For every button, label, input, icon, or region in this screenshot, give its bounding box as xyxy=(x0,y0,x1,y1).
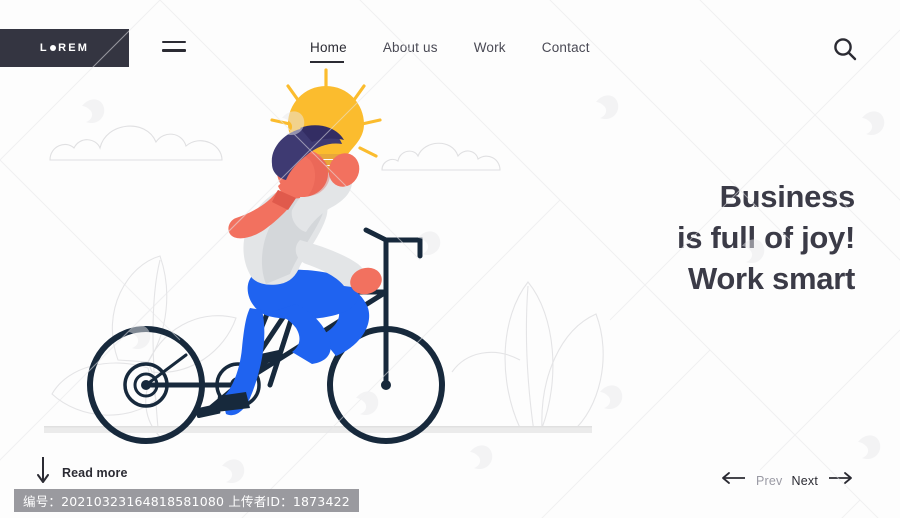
pagination: Prev Next xyxy=(719,471,855,490)
search-icon[interactable] xyxy=(832,36,858,62)
hero-illustration xyxy=(0,60,700,460)
logo-suffix: REM xyxy=(58,41,90,54)
headline-line-3: Work smart xyxy=(688,261,855,296)
main-nav: Home About us Work Contact xyxy=(310,40,590,64)
nav-item-about-us[interactable]: About us xyxy=(383,40,438,64)
arrow-down-icon xyxy=(36,455,50,490)
rider-character xyxy=(216,125,382,416)
nav-item-work[interactable]: Work xyxy=(474,40,506,64)
headline-line-2: is full of joy! xyxy=(676,220,855,255)
page-root: L REM Home About us Work Contact Business… xyxy=(0,0,900,518)
prev-button[interactable]: Prev xyxy=(756,474,783,488)
logo-text: L REM xyxy=(39,41,90,54)
arrow-left-icon[interactable] xyxy=(719,471,747,490)
cloud-left-icon xyxy=(49,125,223,161)
stock-watermark-bar: 编号：20210323164818581080 上传者ID：1873422 xyxy=(14,489,359,512)
plant-right-icon xyxy=(451,281,604,433)
cloud-right-icon xyxy=(381,142,501,171)
hamburger-bar xyxy=(162,49,186,52)
hamburger-menu-icon[interactable] xyxy=(162,41,186,55)
nav-item-contact[interactable]: Contact xyxy=(542,40,590,64)
arrow-right-icon[interactable] xyxy=(827,471,855,490)
headline-line-1: Business xyxy=(719,179,856,214)
site-header: L REM Home About us Work Contact xyxy=(0,0,900,96)
logo-prefix: L xyxy=(39,41,49,54)
read-more-button[interactable]: Read more xyxy=(36,455,128,490)
hero-headline: Business is full of joy! Work smart xyxy=(677,176,855,299)
next-button[interactable]: Next xyxy=(791,474,818,488)
read-more-label: Read more xyxy=(62,465,128,480)
watermark-text: 编号：20210323164818581080 上传者ID：1873422 xyxy=(23,494,350,509)
nav-item-home[interactable]: Home xyxy=(310,40,347,64)
logo[interactable]: L REM xyxy=(0,29,129,67)
hamburger-bar xyxy=(162,41,186,44)
ground-line xyxy=(44,426,592,433)
circle-dot-icon xyxy=(49,45,56,51)
